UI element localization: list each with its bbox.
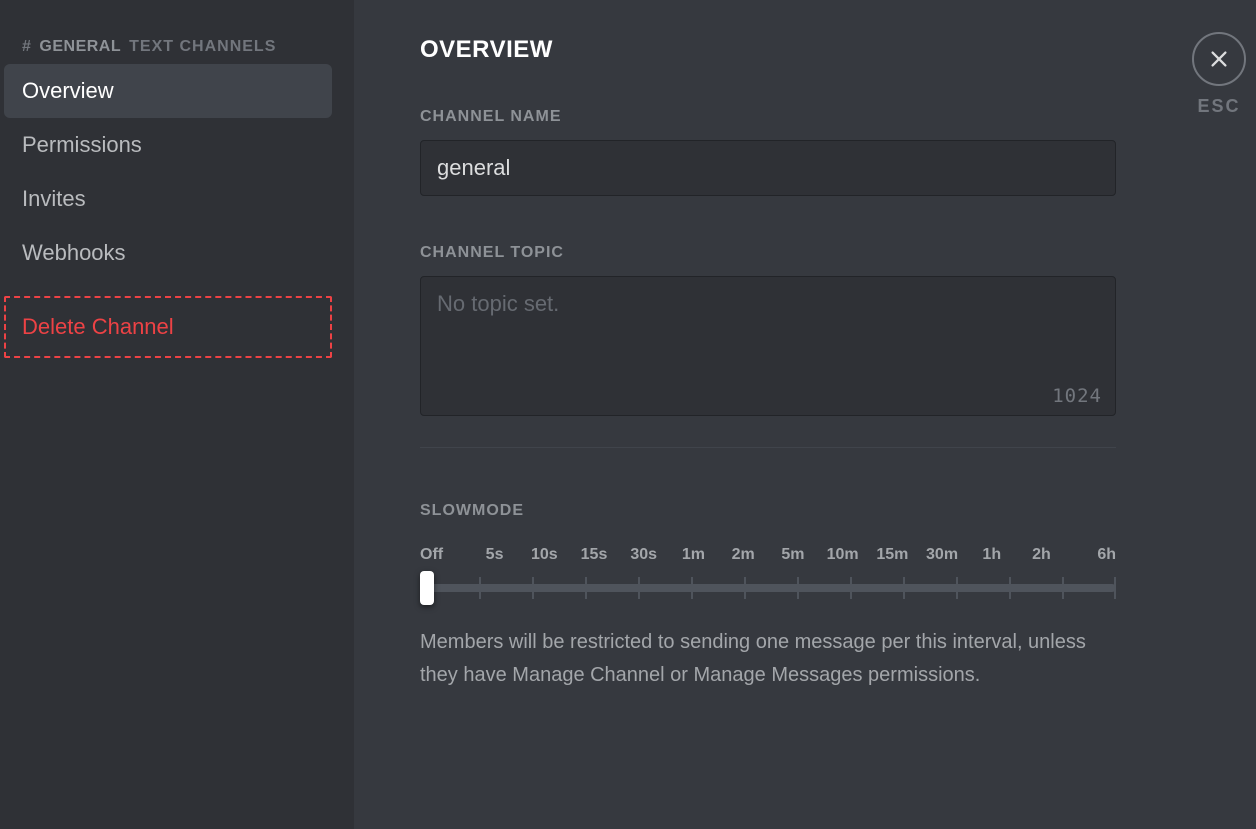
tick-label: 15s bbox=[569, 546, 619, 564]
slider-handle[interactable] bbox=[420, 571, 434, 605]
slider-notch bbox=[956, 577, 958, 599]
channel-name-input[interactable] bbox=[420, 140, 1116, 196]
slider-notch bbox=[1009, 577, 1011, 599]
slider-notch bbox=[744, 577, 746, 599]
settings-content: ESC OVERVIEW CHANNEL NAME CHANNEL TOPIC … bbox=[354, 0, 1256, 829]
channel-topic-label: CHANNEL TOPIC bbox=[420, 244, 1190, 262]
tick-label: 5m bbox=[768, 546, 818, 564]
tick-label: 2h bbox=[1017, 546, 1067, 564]
slowmode-label: SLOWMODE bbox=[420, 502, 1190, 520]
sidebar-item-invites[interactable]: Invites bbox=[4, 172, 332, 226]
sidebar-item-overview[interactable]: Overview bbox=[4, 64, 332, 118]
sidebar-item-label: Invites bbox=[22, 186, 86, 211]
tick-label: 15m bbox=[867, 546, 917, 564]
tick-label: 30s bbox=[619, 546, 669, 564]
slowmode-tick-labels: Off 5s 10s 15s 30s 1m 2m 5m 10m 15m 30m … bbox=[420, 546, 1116, 564]
sidebar-channel-name: GENERAL bbox=[39, 38, 121, 56]
tick-label: 6h bbox=[1066, 546, 1116, 564]
sidebar-item-label: Delete Channel bbox=[22, 314, 174, 339]
tick-label: 1m bbox=[669, 546, 719, 564]
slider-notch bbox=[691, 577, 693, 599]
channel-name-label: CHANNEL NAME bbox=[420, 108, 1190, 126]
slider-notch bbox=[1114, 577, 1116, 599]
slider-notch bbox=[638, 577, 640, 599]
sidebar-item-label: Permissions bbox=[22, 132, 142, 157]
close-button[interactable]: ESC bbox=[1192, 32, 1246, 117]
sidebar-item-delete-channel[interactable]: Delete Channel bbox=[8, 300, 328, 354]
slider-notch bbox=[797, 577, 799, 599]
slider-notch bbox=[479, 577, 481, 599]
slowmode-description: Members will be restricted to sending on… bbox=[420, 626, 1116, 692]
delete-channel-highlight: Delete Channel bbox=[4, 296, 332, 358]
settings-sidebar: # GENERAL TEXT CHANNELS Overview Permiss… bbox=[0, 0, 354, 829]
sidebar-category: TEXT CHANNELS bbox=[129, 38, 276, 56]
close-label: ESC bbox=[1197, 96, 1240, 117]
tick-label: 10s bbox=[519, 546, 569, 564]
section-divider bbox=[420, 447, 1116, 448]
hash-icon: # bbox=[22, 38, 31, 56]
sidebar-item-label: Overview bbox=[22, 78, 114, 103]
page-title: OVERVIEW bbox=[420, 36, 1190, 64]
slider-notch bbox=[1062, 577, 1064, 599]
tick-label: Off bbox=[420, 546, 470, 564]
channel-topic-input[interactable] bbox=[420, 276, 1116, 416]
tick-label: 2m bbox=[718, 546, 768, 564]
sidebar-item-label: Webhooks bbox=[22, 240, 126, 265]
sidebar-item-permissions[interactable]: Permissions bbox=[4, 118, 332, 172]
tick-label: 1h bbox=[967, 546, 1017, 564]
tick-label: 10m bbox=[818, 546, 868, 564]
slider-rail bbox=[426, 584, 1116, 592]
slider-notch bbox=[532, 577, 534, 599]
slowmode-slider[interactable] bbox=[420, 572, 1116, 602]
sidebar-header: # GENERAL TEXT CHANNELS bbox=[4, 38, 332, 64]
slider-notch bbox=[585, 577, 587, 599]
sidebar-item-webhooks[interactable]: Webhooks bbox=[4, 226, 332, 280]
slider-notch bbox=[903, 577, 905, 599]
tick-label: 5s bbox=[470, 546, 520, 564]
close-icon bbox=[1192, 32, 1246, 86]
slider-notch bbox=[850, 577, 852, 599]
tick-label: 30m bbox=[917, 546, 967, 564]
